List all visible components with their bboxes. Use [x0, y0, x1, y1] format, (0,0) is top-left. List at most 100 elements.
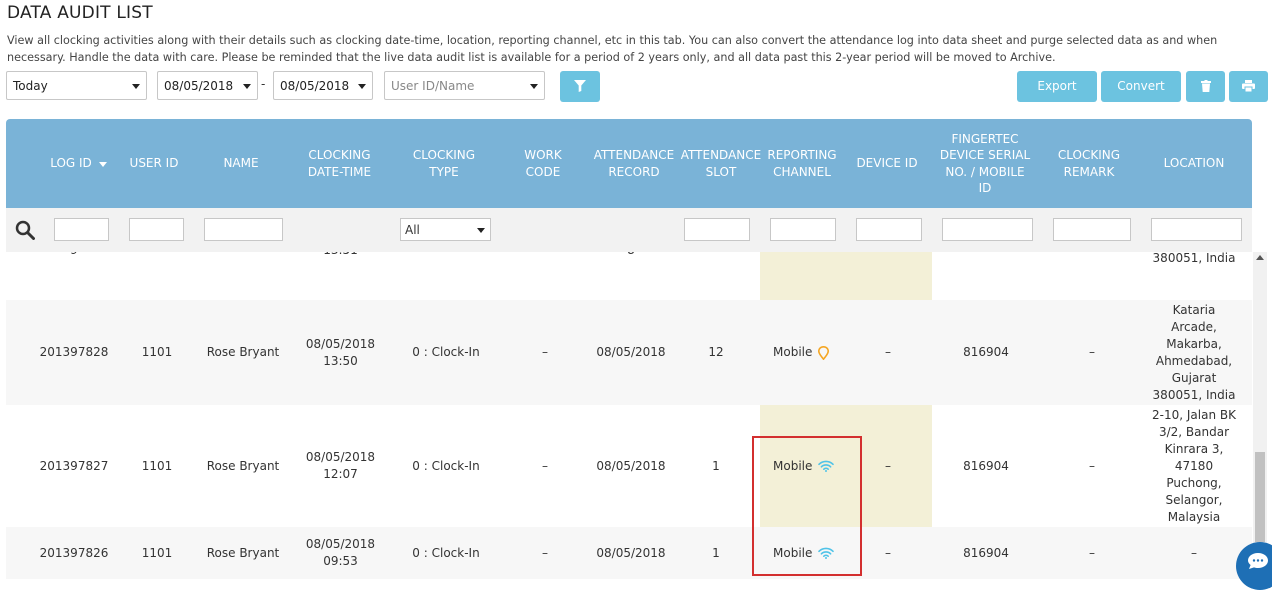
- filter-button[interactable]: [560, 71, 600, 102]
- column-filter-row: All: [6, 208, 1252, 252]
- sort-down-icon[interactable]: [99, 162, 107, 167]
- column-header-serial-mobile-id[interactable]: FINGERTEC DEVICE SERIAL NO. / MOBILE ID: [939, 119, 1031, 208]
- column-header-device-id[interactable]: DEVICE ID: [852, 119, 922, 208]
- device-id-filter-input[interactable]: [856, 218, 922, 241]
- name-filter-input[interactable]: [204, 218, 283, 241]
- user-id-cell: 1101: [141, 458, 173, 473]
- device-id-cell: –: [885, 545, 891, 560]
- name-cell: Rose Bryant: [206, 545, 280, 560]
- location-cell: –: [1191, 545, 1197, 560]
- location-filter-input[interactable]: [1151, 218, 1242, 241]
- column-header-clocking-type[interactable]: CLOCKING TYPE: [399, 119, 489, 208]
- table-body: 9 13:51 8 Gujarat 380051, India 20139782…: [6, 252, 1252, 579]
- trash-icon: [1200, 80, 1211, 92]
- datetime-cell: 08/05/2018 13:50: [305, 336, 376, 368]
- work-code-cell: –: [542, 545, 548, 560]
- clocking-type-filter-value: All: [405, 223, 420, 237]
- scrollbar-thumb[interactable]: [1255, 452, 1265, 542]
- period-select[interactable]: Today: [6, 71, 147, 100]
- log-id-cell: 201397827: [39, 458, 109, 473]
- column-header-user-id[interactable]: USER ID: [122, 119, 186, 208]
- export-button[interactable]: Export: [1017, 71, 1097, 102]
- clocking-type-cell: 0 : Clock-In: [412, 545, 480, 560]
- serial-cell: 816904: [963, 458, 1009, 473]
- serial-filter-input[interactable]: [942, 218, 1033, 241]
- table-row[interactable]: 9 13:51 8 Gujarat 380051, India: [6, 252, 1252, 300]
- table-row[interactable]: 201397827 1101 Rose Bryant 08/05/2018 12…: [6, 405, 1252, 527]
- date-from-value: 08/05/2018: [164, 79, 234, 93]
- log-id-filter-input[interactable]: [54, 218, 109, 241]
- column-header-attendance-slot[interactable]: ATTENDANCE SLOT: [681, 119, 761, 208]
- chevron-down-icon: [358, 84, 366, 89]
- remark-cell: –: [1089, 545, 1095, 560]
- date-from-select[interactable]: 08/05/2018: [157, 71, 258, 100]
- remark-filter-input[interactable]: [1053, 218, 1131, 241]
- chat-icon: [1248, 553, 1268, 569]
- clocking-type-cell: 0 : Clock-In: [412, 345, 480, 359]
- attendance-record-cell: 08/05/2018: [596, 458, 666, 473]
- page-title: DATA AUDIT LIST: [7, 3, 153, 23]
- clocking-type-cell: 0 : Clock-In: [412, 458, 480, 473]
- name-cell: Rose Bryant: [206, 458, 280, 473]
- remark-cell: –: [1089, 458, 1095, 473]
- device-id-cell: –: [885, 345, 891, 359]
- log-id-cell: 9: [44, 252, 104, 300]
- reporting-channel-filter-input[interactable]: [770, 218, 836, 241]
- date-to-value: 08/05/2018: [280, 79, 350, 93]
- log-id-cell: 201397828: [39, 345, 109, 359]
- date-to-select[interactable]: 08/05/2018: [273, 71, 373, 100]
- scroll-up-icon[interactable]: [1256, 255, 1264, 260]
- print-button[interactable]: [1229, 71, 1268, 102]
- location-pin-icon[interactable]: [818, 345, 830, 360]
- column-header-name[interactable]: NAME: [196, 119, 286, 208]
- column-header-work-code[interactable]: WORK CODE: [513, 119, 573, 208]
- name-cell: Rose Bryant: [206, 345, 280, 359]
- user-id-cell: 1101: [141, 545, 173, 560]
- attendance-record-cell: 8: [593, 252, 669, 300]
- datetime-cell: 13:51: [297, 252, 384, 300]
- location-cell: 2-10, Jalan BK 3/2, Bandar Kinrara 3, 47…: [1152, 407, 1236, 524]
- attendance-record-cell: 08/05/2018: [596, 345, 666, 359]
- print-icon: [1242, 80, 1255, 92]
- location-cell: Kataria Arcade, Makarba, Ahmedabad, Guja…: [1152, 302, 1236, 402]
- datetime-cell: 08/05/2018 12:07: [305, 450, 376, 481]
- convert-button[interactable]: Convert: [1101, 71, 1181, 102]
- period-select-value: Today: [13, 79, 48, 93]
- attendance-slot-filter-input[interactable]: [684, 218, 750, 241]
- column-header-clocking-remark[interactable]: CLOCKING REMARK: [1049, 119, 1129, 208]
- log-id-cell: 201397826: [39, 545, 109, 560]
- chevron-down-icon: [477, 228, 485, 233]
- chevron-down-icon: [243, 84, 251, 89]
- delete-button[interactable]: [1186, 71, 1225, 102]
- column-header-location[interactable]: LOCATION: [1151, 119, 1237, 208]
- user-search-placeholder: User ID/Name: [391, 79, 475, 93]
- reporting-channel-cell: Mobile: [760, 300, 850, 405]
- column-header-attendance-record[interactable]: ATTENDANCE RECORD: [589, 119, 679, 208]
- location-cell: Gujarat 380051, India: [1152, 252, 1236, 265]
- search-icon[interactable]: [15, 220, 35, 240]
- reporting-channel-text: Mobile: [773, 345, 813, 359]
- chat-widget-button[interactable]: [1236, 542, 1272, 590]
- attendance-slot-cell: 1: [712, 545, 720, 560]
- clocking-type-filter-select[interactable]: All: [400, 218, 491, 241]
- chevron-down-icon: [132, 84, 140, 89]
- chevron-down-icon: [530, 84, 538, 89]
- serial-cell: 816904: [963, 345, 1009, 359]
- column-header-reporting-channel[interactable]: REPORTING CHANNEL: [765, 119, 839, 208]
- table-scrollbar[interactable]: [1253, 252, 1267, 579]
- column-header-clocking-datetime[interactable]: CLOCKING DATE-TIME: [297, 119, 382, 208]
- column-header-log-id[interactable]: LOG ID: [46, 119, 96, 208]
- table-row[interactable]: 201397828 1101 Rose Bryant 08/05/2018 13…: [6, 300, 1252, 405]
- serial-cell: 816904: [963, 545, 1009, 560]
- attendance-slot-cell: 12: [708, 345, 724, 359]
- page-description: View all clocking activities along with …: [7, 34, 1218, 64]
- user-id-filter-input[interactable]: [129, 218, 184, 241]
- work-code-cell: –: [542, 345, 548, 359]
- user-id-cell: 1101: [141, 345, 173, 359]
- user-search-select[interactable]: User ID/Name: [384, 71, 545, 100]
- work-code-cell: –: [542, 458, 548, 473]
- table-row[interactable]: 201397826 1101 Rose Bryant 08/05/2018 09…: [6, 527, 1252, 579]
- datetime-cell: 08/05/2018 09:53: [305, 537, 376, 568]
- attendance-record-cell: 08/05/2018: [596, 545, 666, 560]
- attendance-slot-cell: 1: [712, 458, 720, 473]
